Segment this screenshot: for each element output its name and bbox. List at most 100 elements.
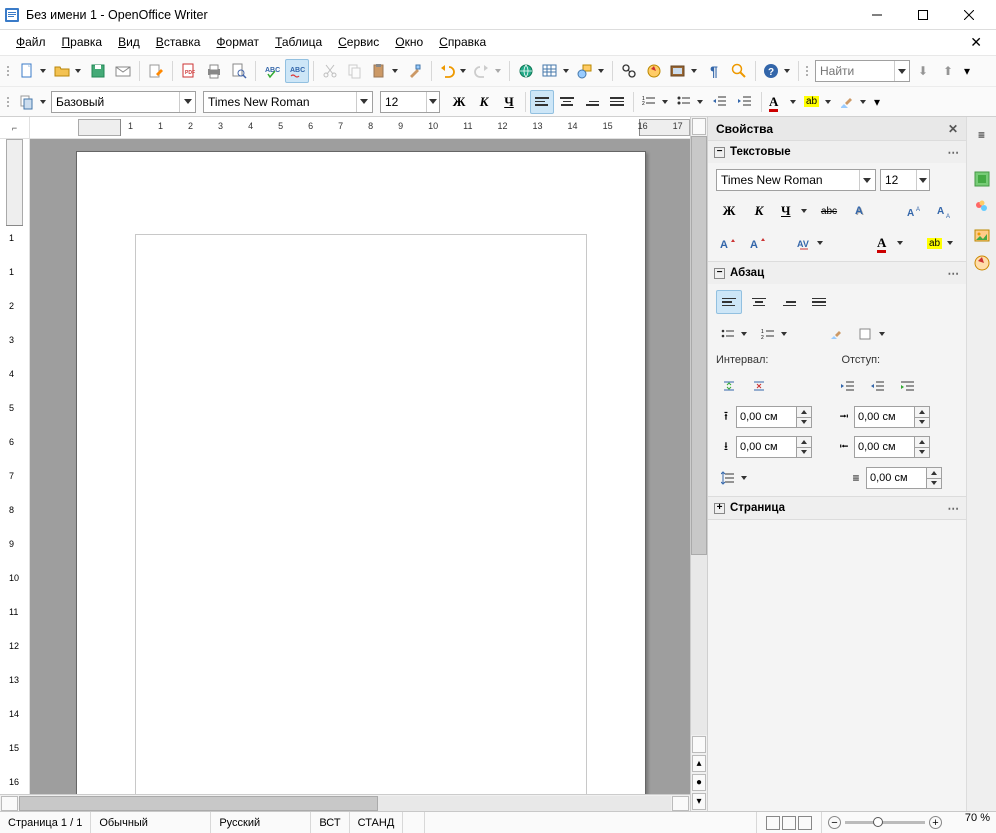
format-paintbrush-button[interactable] xyxy=(403,59,427,83)
sidebar-spacing-button[interactable]: AV xyxy=(792,231,828,255)
indent-right-spin[interactable]: ⭰ xyxy=(834,436,930,458)
para-align-left-button[interactable] xyxy=(716,290,742,314)
table-button[interactable] xyxy=(539,59,573,83)
minimize-button[interactable] xyxy=(854,1,900,29)
status-style[interactable]: Обычный xyxy=(91,812,211,833)
indent-first-spin[interactable]: ≡ xyxy=(846,467,942,489)
menu-view[interactable]: Вид xyxy=(110,32,148,53)
line-spacing-button[interactable] xyxy=(716,466,752,490)
paste-button[interactable] xyxy=(368,59,402,83)
zoom-percent[interactable]: 70 % xyxy=(948,812,996,833)
save-button[interactable] xyxy=(86,59,110,83)
scroll-down-button[interactable] xyxy=(692,736,706,753)
text-section-more[interactable]: ⋯ xyxy=(948,145,961,159)
sidebar-font-combo[interactable] xyxy=(716,169,876,191)
sidebar-subscript-button[interactable]: AA xyxy=(932,199,958,223)
document-canvas[interactable] xyxy=(30,139,690,794)
horizontal-scrollbar[interactable] xyxy=(0,794,690,811)
zoom-button[interactable] xyxy=(727,59,751,83)
sidebar-strike-button[interactable]: abc xyxy=(816,199,842,223)
undo-button[interactable] xyxy=(436,59,470,83)
font-name-combo[interactable] xyxy=(203,91,373,113)
find-combo[interactable] xyxy=(815,60,910,82)
bullets-button[interactable] xyxy=(673,90,707,114)
email-button[interactable] xyxy=(111,59,135,83)
preview-button[interactable] xyxy=(227,59,251,83)
zoom-out-button[interactable]: − xyxy=(828,816,841,829)
sidebar-underline-button[interactable]: Ч xyxy=(776,199,812,223)
style-input[interactable] xyxy=(52,95,179,109)
scroll-up-button[interactable] xyxy=(692,118,706,135)
autospellcheck-button[interactable]: ABC xyxy=(285,59,309,83)
spacing-decrease-button[interactable] xyxy=(746,374,772,398)
size-input[interactable] xyxy=(381,95,426,109)
menu-table[interactable]: Таблица xyxy=(267,32,330,53)
menu-insert[interactable]: Вставка xyxy=(148,32,209,53)
text-section-header[interactable]: −Текстовые ⋯ xyxy=(708,141,966,163)
properties-tab[interactable] xyxy=(970,167,994,191)
next-page-button[interactable]: ▾ xyxy=(692,793,706,810)
decrease-indent-button[interactable] xyxy=(708,90,732,114)
zoom-in-button[interactable]: + xyxy=(929,816,942,829)
spacing-above-spin[interactable]: ⭱ xyxy=(716,406,812,428)
paragraph-section-header[interactable]: −Абзац ⋯ xyxy=(708,262,966,284)
hanging-indent-button[interactable] xyxy=(895,374,921,398)
sidebar-increase-font-button[interactable]: A xyxy=(716,231,742,255)
styles-button[interactable] xyxy=(16,90,50,114)
status-insert-mode[interactable]: ВСТ xyxy=(311,812,349,833)
sidebar-superscript-button[interactable]: AA xyxy=(902,199,928,223)
align-justify-button[interactable] xyxy=(605,90,629,114)
find-prev-button[interactable]: ⬆ xyxy=(936,59,960,83)
toolbar-grip[interactable] xyxy=(4,66,12,76)
export-pdf-button[interactable]: PDF xyxy=(177,59,201,83)
scroll-right-button[interactable] xyxy=(672,796,689,811)
nonprinting-chars-button[interactable]: ¶ xyxy=(702,59,726,83)
menu-edit[interactable]: Правка xyxy=(54,32,111,53)
open-button[interactable] xyxy=(51,59,85,83)
book-view-icon[interactable] xyxy=(798,816,812,830)
page[interactable] xyxy=(76,151,646,794)
find-next-button[interactable]: ⬇ xyxy=(911,59,935,83)
align-right-button[interactable] xyxy=(580,90,604,114)
vertical-ruler[interactable]: 11234567891011121314151617181920 xyxy=(0,139,30,794)
font-color-button[interactable]: A xyxy=(766,90,800,114)
sidebar-size-combo[interactable] xyxy=(880,169,930,191)
align-center-button[interactable] xyxy=(555,90,579,114)
hyperlink-button[interactable] xyxy=(514,59,538,83)
font-input[interactable] xyxy=(204,95,356,109)
maximize-button[interactable] xyxy=(900,1,946,29)
toolbar-overflow[interactable]: ▾ xyxy=(871,90,883,114)
sidebar-italic-button[interactable]: К xyxy=(746,199,772,223)
cut-button[interactable] xyxy=(318,59,342,83)
para-align-right-button[interactable] xyxy=(776,290,802,314)
gallery-tab[interactable] xyxy=(970,223,994,247)
gallery-button[interactable] xyxy=(667,59,701,83)
prev-page-button[interactable]: ▴ xyxy=(692,755,706,772)
find-replace-button[interactable] xyxy=(617,59,641,83)
multi-page-view-icon[interactable] xyxy=(782,816,796,830)
drawing-button[interactable] xyxy=(574,59,608,83)
help-button[interactable]: ? xyxy=(760,59,794,83)
navigator-button[interactable] xyxy=(642,59,666,83)
status-view-layout[interactable] xyxy=(757,812,822,833)
redo-button[interactable] xyxy=(471,59,505,83)
sidebar-shadow-button[interactable]: A xyxy=(846,199,872,223)
page-section-more[interactable]: ⋯ xyxy=(948,501,961,515)
indent-decrease-button[interactable] xyxy=(865,374,891,398)
numbering-button[interactable]: 12 xyxy=(638,90,672,114)
font-size-combo[interactable] xyxy=(380,91,440,113)
italic-button[interactable]: К xyxy=(472,90,496,114)
status-selection-mode[interactable]: СТАНД xyxy=(350,812,404,833)
close-button[interactable] xyxy=(946,1,992,29)
sidebar-bold-button[interactable]: Ж xyxy=(716,199,742,223)
para-align-justify-button[interactable] xyxy=(806,290,832,314)
page-section-header[interactable]: +Страница ⋯ xyxy=(708,497,966,519)
menu-tools[interactable]: Сервис xyxy=(330,32,387,53)
status-language[interactable]: Русский xyxy=(211,812,311,833)
spacing-below-spin[interactable]: ⭳ xyxy=(716,436,812,458)
menu-file[interactable]: Файл xyxy=(8,32,54,53)
spacing-increase-button[interactable] xyxy=(716,374,742,398)
navigator-tab[interactable] xyxy=(970,251,994,275)
status-page[interactable]: Страница 1 / 1 xyxy=(0,812,91,833)
highlight-button[interactable]: ab xyxy=(801,90,835,114)
